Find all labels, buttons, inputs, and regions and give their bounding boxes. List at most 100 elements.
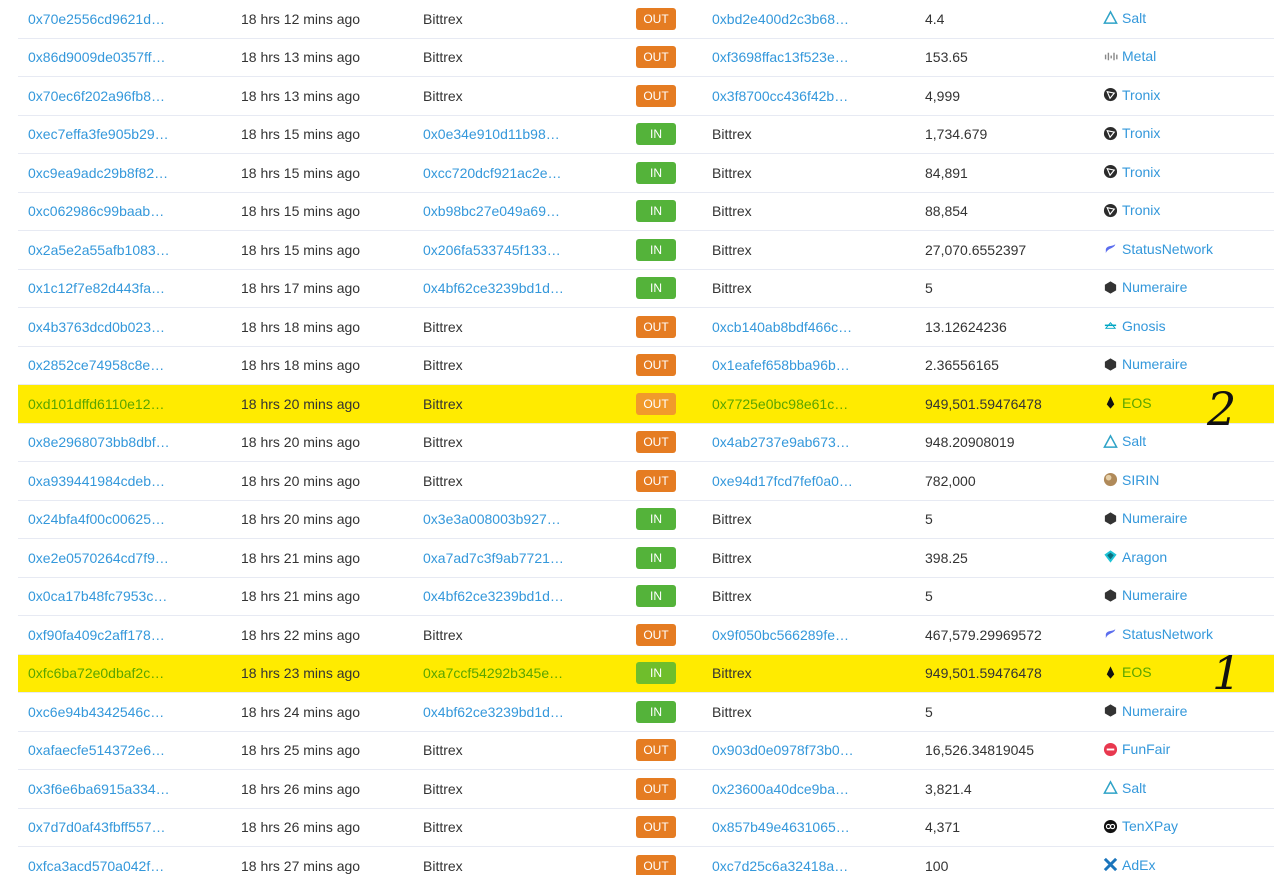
token-link[interactable]: Salt (1103, 780, 1146, 796)
from-address-link[interactable]: 0x4bf62ce3239bd1d… (423, 588, 564, 604)
token-link[interactable]: Numeraire (1103, 703, 1187, 719)
txn-hash-link[interactable]: 0xf90fa409c2aff178… (28, 627, 165, 643)
direction-badge: OUT (636, 84, 676, 107)
token-link[interactable]: FunFair (1103, 741, 1170, 757)
from-address-link[interactable]: 0x4bf62ce3239bd1d… (423, 704, 564, 720)
token-link[interactable]: Numeraire (1103, 279, 1187, 295)
numeraire-icon (1103, 703, 1118, 718)
direction-badge: OUT (636, 854, 676, 875)
to-address-link[interactable]: 0x23600a40dce9ba… (712, 781, 849, 797)
txn-hash-link[interactable]: 0x8e2968073bb8dbf… (28, 434, 170, 450)
txn-hash-link[interactable]: 0x0ca17b48fc7953c… (28, 588, 167, 604)
token-link[interactable]: Aragon (1103, 549, 1167, 565)
from-address-link[interactable]: 0xa7ad7c3f9ab7721… (423, 550, 564, 566)
salt-icon (1103, 433, 1118, 449)
txn-hash-link[interactable]: 0xfc6ba72e0dbaf2c… (28, 665, 164, 681)
quantity-cell: 13.12624236 (925, 307, 1103, 347)
from-cell: 0xb98bc27e049a69… (423, 192, 636, 231)
txn-hash-link[interactable]: 0xe2e0570264cd7f9… (28, 550, 169, 566)
token-link[interactable]: Numeraire (1103, 587, 1187, 603)
txn-hash-link[interactable]: 0x24bfa4f00c00625… (28, 511, 165, 527)
txn-hash-link[interactable]: 0x3f6e6ba6915a334… (28, 781, 170, 797)
token-link[interactable]: Tronix (1103, 202, 1160, 218)
to-address-link[interactable]: 0xc7d25c6a32418a… (712, 858, 848, 874)
token-name: Aragon (1122, 548, 1168, 565)
txn-hash-link[interactable]: 0x2852ce74958c8e… (28, 357, 164, 373)
token-link[interactable]: Gnosis (1103, 318, 1166, 334)
from-address-link[interactable]: 0x206fa533745f133… (423, 242, 561, 258)
token-link[interactable]: SIRIN (1103, 472, 1159, 488)
from-address-link[interactable]: 0x0e34e910d11b98… (423, 126, 560, 142)
to-address-link[interactable]: 0x1eafef658bba96b… (712, 357, 850, 373)
to-address-link[interactable]: 0x857b49e4631065… (712, 819, 850, 835)
age-text: 18 hrs 15 mins ago (241, 203, 361, 220)
quantity-value: 949,501.59476478 (925, 395, 1042, 412)
to-address-link[interactable]: 0x7725e0bc98e61c… (712, 396, 848, 412)
direction-cell: OUT (636, 346, 712, 385)
to-address-link[interactable]: 0x903d0e0978f73b0… (712, 742, 854, 758)
token-link[interactable]: Tronix (1103, 125, 1160, 141)
tronix-icon (1103, 164, 1118, 179)
token-link[interactable]: StatusNetwork (1103, 241, 1213, 257)
token-link[interactable]: EOS (1103, 395, 1152, 411)
from-address-link[interactable]: 0x3e3a008003b927… (423, 511, 561, 527)
to-address-link[interactable]: 0x4ab2737e9ab673… (712, 434, 850, 450)
quantity-cell: 84,891 (925, 153, 1103, 193)
token-link[interactable]: Numeraire (1103, 510, 1187, 526)
to-address-link[interactable]: 0x9f050bc566289fe… (712, 627, 849, 643)
to-address-link[interactable]: 0x3f8700cc436f42b… (712, 88, 848, 104)
direction-cell: IN (636, 500, 712, 539)
txn-hash-link[interactable]: 0xfca3acd570a042f… (28, 858, 164, 874)
to-address-link[interactable]: 0xbd2e400d2c3b68… (712, 11, 849, 27)
to-cell: Bittrex (712, 654, 925, 693)
txn-hash-link[interactable]: 0x2a5e2a55afb1083… (28, 242, 170, 258)
table-row: 0xd101dffd6110e12… 18 hrs 20 mins ago Bitt… (18, 384, 1274, 424)
txn-hash-cell: 0x70ec6f202a96fb8… (18, 76, 241, 116)
txn-hash-link[interactable]: 0x7d7d0af43fbff557… (28, 819, 166, 835)
txn-hash-link[interactable]: 0x70ec6f202a96fb8… (28, 88, 165, 104)
token-link[interactable]: Salt (1103, 10, 1146, 26)
txn-hash-link[interactable]: 0x1c12f7e82d443fa… (28, 280, 165, 296)
txn-hash-link[interactable]: 0xc062986c99baab… (28, 203, 164, 219)
txn-hash-link[interactable]: 0x86d9009de0357ff… (28, 49, 166, 65)
to-cell: 0x7725e0bc98e61c… (712, 384, 925, 424)
token-link[interactable]: EOS (1103, 664, 1152, 680)
token-cell: Aragon (1103, 538, 1274, 578)
token-link[interactable]: Tronix (1103, 164, 1160, 180)
from-address-link[interactable]: 0x4bf62ce3239bd1d… (423, 280, 564, 296)
to-address-link[interactable]: 0xe94d17fcd7fef0a0… (712, 473, 853, 489)
quantity-value: 782,000 (925, 472, 976, 489)
token-link[interactable]: TenXPay (1103, 818, 1178, 834)
to-address-link[interactable]: 0xf3698ffac13f523e… (712, 49, 849, 65)
token-link[interactable]: Tronix (1103, 87, 1160, 103)
txn-hash-link[interactable]: 0xc9ea9adc29b8f82… (28, 165, 168, 181)
to-address-link[interactable]: 0xcb140ab8bdf466c… (712, 319, 852, 335)
token-link[interactable]: AdEx (1103, 857, 1155, 873)
token-cell: EOS (1103, 654, 1274, 693)
token-cell: AdEx (1103, 846, 1274, 875)
txn-hash-cell: 0xc062986c99baab… (18, 192, 241, 231)
txn-hash-link[interactable]: 0xec7effa3fe905b29… (28, 126, 169, 142)
from-address-link[interactable]: 0xb98bc27e049a69… (423, 203, 560, 219)
txn-hash-link[interactable]: 0xd101dffd6110e12… (28, 396, 165, 412)
age-text: 18 hrs 13 mins ago (241, 87, 361, 104)
txn-hash-link[interactable]: 0x70e2556cd9621d… (28, 11, 165, 27)
token-link[interactable]: Salt (1103, 433, 1146, 449)
to-cell: Bittrex (712, 577, 925, 616)
token-link[interactable]: Numeraire (1103, 356, 1187, 372)
from-address-link[interactable]: 0xa7ccf54292b345e… (423, 665, 563, 681)
token-link[interactable]: StatusNetwork (1103, 626, 1213, 642)
token-link[interactable]: Metal (1103, 48, 1156, 64)
handwritten-mark-2: 2 (1207, 382, 1237, 436)
txn-hash-link[interactable]: 0xa939441984cdeb… (28, 473, 165, 489)
age-cell: 18 hrs 15 mins ago (241, 153, 423, 193)
token-name: Numeraire (1122, 279, 1188, 295)
txn-hash-link[interactable]: 0xc6e94b4342546c… (28, 704, 164, 720)
from-label: Bittrex (423, 780, 463, 797)
from-cell: 0x206fa533745f133… (423, 230, 636, 270)
table-row: 0xc062986c99baab… 18 hrs 15 mins ago 0xb98… (18, 192, 1274, 231)
from-address-link[interactable]: 0xcc720dcf921ac2e… (423, 165, 562, 181)
txn-hash-link[interactable]: 0xafaecfe514372e6… (28, 742, 165, 758)
txn-hash-link[interactable]: 0x4b3763dcd0b023… (28, 319, 165, 335)
to-cell: Bittrex (712, 192, 925, 231)
